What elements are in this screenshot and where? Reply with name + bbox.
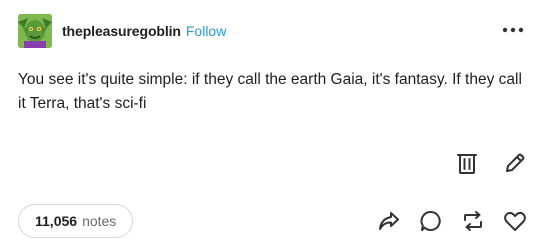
more-options-button[interactable] [502, 22, 524, 33]
more-horizontal-icon [502, 27, 524, 33]
post-header: thepleasuregoblin Follow [18, 12, 226, 50]
reblog-icon [464, 211, 482, 231]
notes-button[interactable]: 11,056 notes [18, 204, 134, 238]
trash-icon [457, 154, 477, 174]
goblin-avatar-icon [18, 14, 52, 48]
post-text: You see it's quite simple: if they call … [18, 71, 522, 112]
reply-button[interactable] [418, 208, 444, 234]
share-icon [379, 212, 399, 230]
share-button[interactable] [376, 208, 402, 234]
like-icon [504, 211, 526, 231]
pencil-icon [506, 153, 525, 172]
post-footer: 11,056 notes [18, 203, 528, 239]
edit-button[interactable] [502, 150, 528, 176]
author-username[interactable]: thepleasuregoblin [62, 23, 181, 39]
notes-label: notes [82, 213, 117, 229]
delete-button[interactable] [454, 150, 480, 176]
like-button[interactable] [502, 208, 528, 234]
reply-icon [420, 211, 441, 231]
avatar[interactable] [18, 14, 52, 48]
post-edit-tools [454, 150, 528, 176]
post-actions [376, 208, 528, 234]
reblog-button[interactable] [460, 208, 486, 234]
notes-count: 11,056 [35, 213, 78, 229]
follow-button[interactable]: Follow [186, 23, 226, 39]
